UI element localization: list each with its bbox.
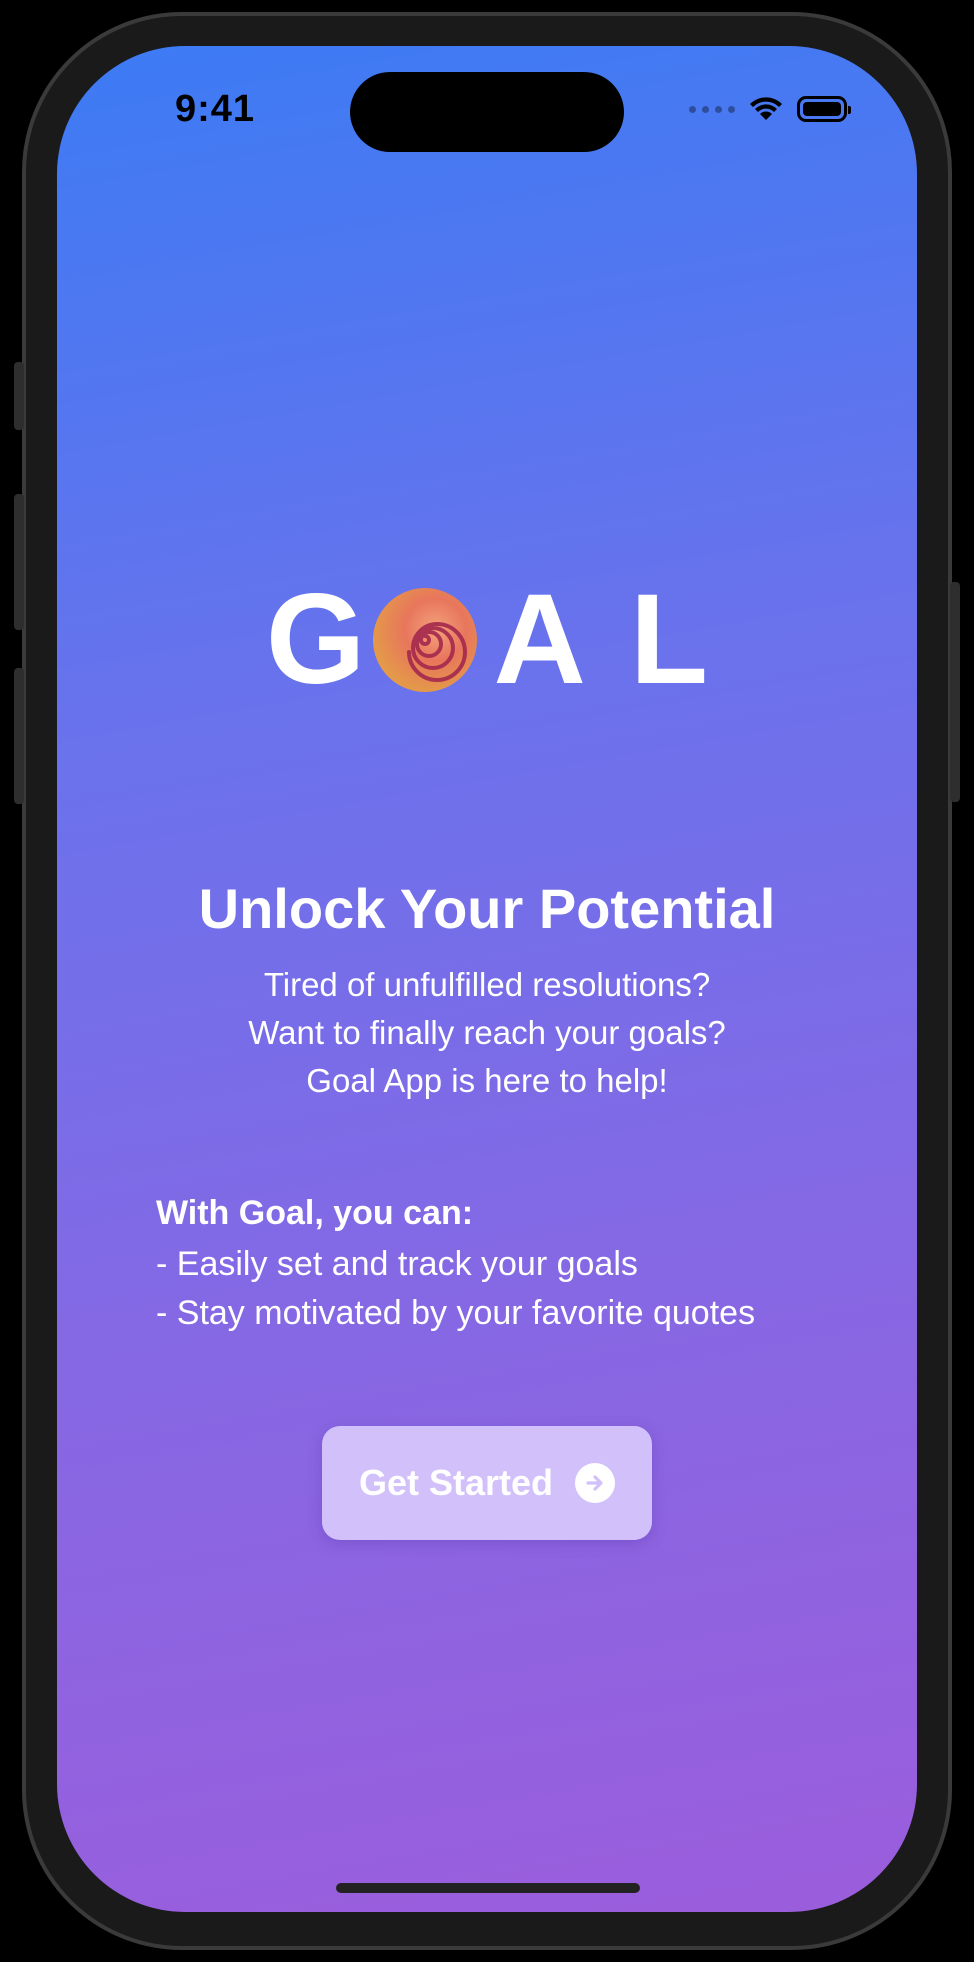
volume-up-button <box>14 494 24 630</box>
hero-line-3: Goal App is here to help! <box>306 1062 668 1099</box>
signal-icon <box>689 105 735 113</box>
volume-down-button <box>14 668 24 804</box>
hero-line-1: Tired of unfulfilled resolutions? <box>263 966 711 1003</box>
dynamic-island <box>350 72 624 152</box>
hero-line-2: Want to finally reach your goals? <box>248 1014 726 1051</box>
hero-headline: Unlock Your Potential <box>198 877 776 940</box>
features-title: With Goal, you can: <box>156 1194 474 1232</box>
arrow-right-circle-icon <box>575 1463 616 1503</box>
features-list: With Goal, you can: - Easily set and tra… <box>156 1194 755 1343</box>
status-time: 9:41 <box>175 88 256 130</box>
app-logo: G A L <box>57 576 917 704</box>
logo-letter-g: G <box>265 568 366 711</box>
feature-item: - Easily set and track your goals <box>156 1245 638 1283</box>
status-icons <box>689 96 851 122</box>
logo-letter-a: A <box>493 568 586 711</box>
app-screen: 9:41 G A L Unlock Your Potential Tired o… <box>57 46 917 1912</box>
get-started-label: Get Started <box>358 1462 554 1503</box>
home-indicator[interactable] <box>336 1883 640 1893</box>
battery-icon <box>797 96 851 122</box>
get-started-button[interactable]: Get Started <box>322 1426 652 1540</box>
logo-letter-l: L <box>629 568 709 711</box>
feature-item: - Stay motivated by your favorite quotes <box>156 1294 756 1332</box>
spiral-ball-icon <box>373 588 478 692</box>
action-button <box>14 362 24 430</box>
wifi-icon <box>750 97 782 120</box>
power-button <box>950 582 960 802</box>
